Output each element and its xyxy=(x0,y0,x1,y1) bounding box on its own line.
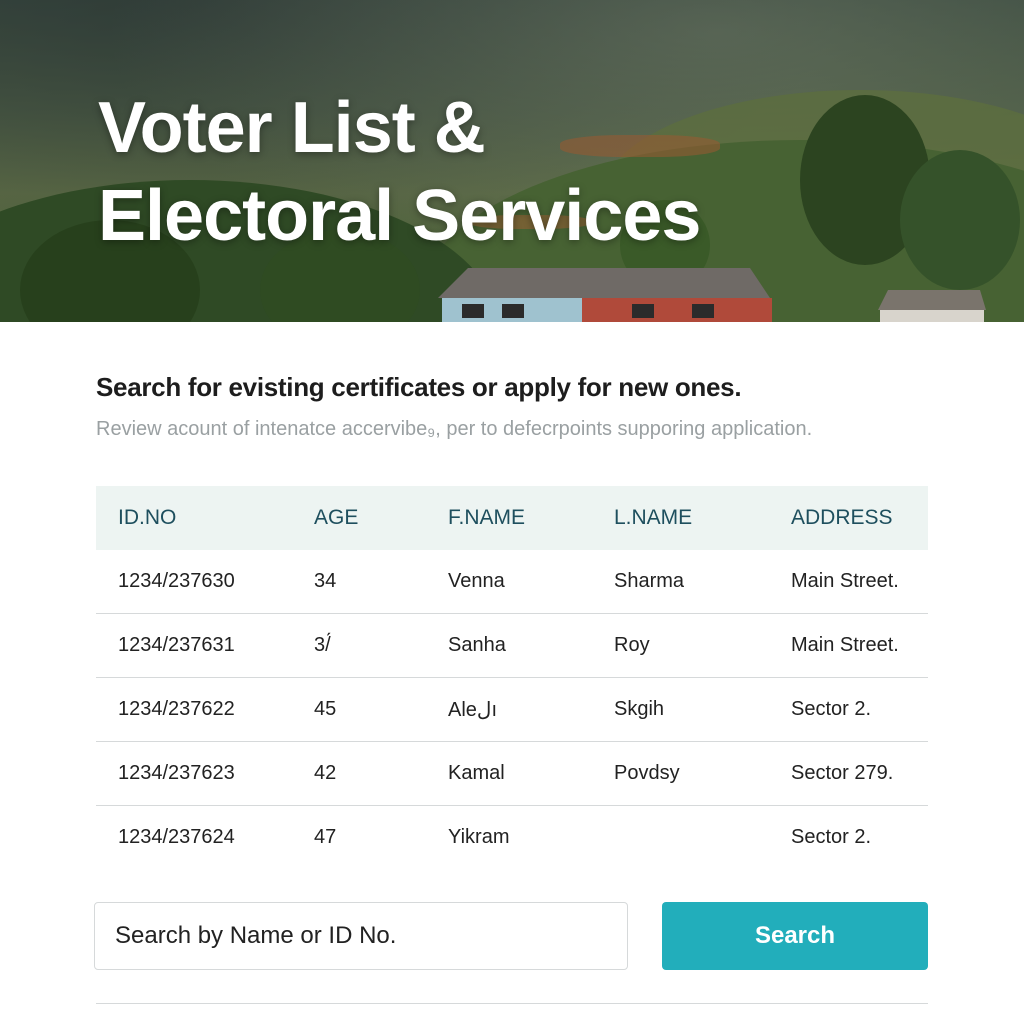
column-header-first-name[interactable]: F.NAME xyxy=(448,486,614,550)
cell-address: Sector 2. xyxy=(791,826,872,848)
cell-address: Main Street. xyxy=(791,550,928,614)
cell-age: 34 xyxy=(314,550,448,614)
cell-address: Sector 2. xyxy=(791,677,928,742)
cell-id: 1234/237623 xyxy=(96,741,314,806)
cell-id: 1234/237630 xyxy=(96,550,314,614)
cell-age: 47 xyxy=(314,826,337,848)
cell-address: Sector 279. xyxy=(791,741,928,806)
cell-first-name: Kamal xyxy=(448,741,614,806)
house-window xyxy=(462,304,484,318)
voter-table: ID.NO AGE F.NAME L.NAME ADDRESS 1234/237… xyxy=(96,486,928,869)
table-row[interactable]: 1234/237631 3/́ Sanha Roy Main Street. xyxy=(96,613,928,678)
cell-age: 3/́ xyxy=(314,613,448,678)
cell-first-name: Venna xyxy=(448,550,614,614)
cell-last-name: Skgih xyxy=(614,677,791,742)
house-roof xyxy=(438,268,770,298)
cell-first-name: Sanha xyxy=(448,613,614,678)
table-header-row: ID.NO AGE F.NAME L.NAME ADDRESS xyxy=(96,486,928,550)
table-row[interactable]: 1234/237623 42 Kamal Povdsy Sector 279. xyxy=(96,741,928,806)
search-input[interactable] xyxy=(94,902,628,970)
cell-age: 42 xyxy=(314,741,448,806)
column-header-address[interactable]: ADDRESS xyxy=(791,486,928,550)
house-window xyxy=(632,304,654,318)
house xyxy=(880,310,984,322)
section-description: Review acount of intenatce accervibe₉, p… xyxy=(96,418,813,440)
cell-id: 1234/237624 xyxy=(118,826,235,848)
hero-banner: Voter List & Electoral Services xyxy=(0,0,1024,322)
cell-id: 1234/237631 xyxy=(96,613,314,678)
table-row[interactable]: 1234/237630 34 Venna Sharma Main Street. xyxy=(96,550,928,614)
cell-id: 1234/237622 xyxy=(96,677,314,742)
page-title-line: Voter List & xyxy=(98,88,486,168)
column-header-id[interactable]: ID.NO xyxy=(96,486,314,550)
footer-divider xyxy=(96,1003,928,1004)
cell-last-name xyxy=(614,806,791,870)
house-window xyxy=(692,304,714,318)
table-header: ID.NO AGE F.NAME L.NAME ADDRESS xyxy=(96,486,928,550)
table-row[interactable]: 1234/237622 45 Aleلı Skgih Sector 2. xyxy=(96,677,928,742)
table-row[interactable]: 1234/237624 47 Yikram Sector 2. xyxy=(96,806,928,870)
cell-age: 45 xyxy=(314,677,448,742)
cell-last-name: Roy xyxy=(614,613,791,678)
table-body: 1234/237630 34 Venna Sharma Main Street.… xyxy=(96,550,928,869)
search-button[interactable]: Search xyxy=(662,902,928,970)
hero-tree xyxy=(900,150,1020,290)
cell-last-name: Povdsy xyxy=(614,741,791,806)
house-window xyxy=(502,304,524,318)
cell-last-name: Sharma xyxy=(614,550,791,614)
cell-first-name: Yikram xyxy=(448,826,510,848)
column-header-last-name[interactable]: L.NAME xyxy=(614,486,791,550)
page-title-line: Electoral Services xyxy=(98,176,701,256)
cell-address: Main Street. xyxy=(791,613,928,678)
page-title: Voter List & Electoral Services xyxy=(98,84,701,260)
section-heading: Search for evisting certificates or appl… xyxy=(96,372,742,402)
house xyxy=(442,298,772,322)
house-roof xyxy=(878,290,986,310)
column-header-age[interactable]: AGE xyxy=(314,486,448,550)
cell-first-name: Aleلı xyxy=(448,677,614,742)
